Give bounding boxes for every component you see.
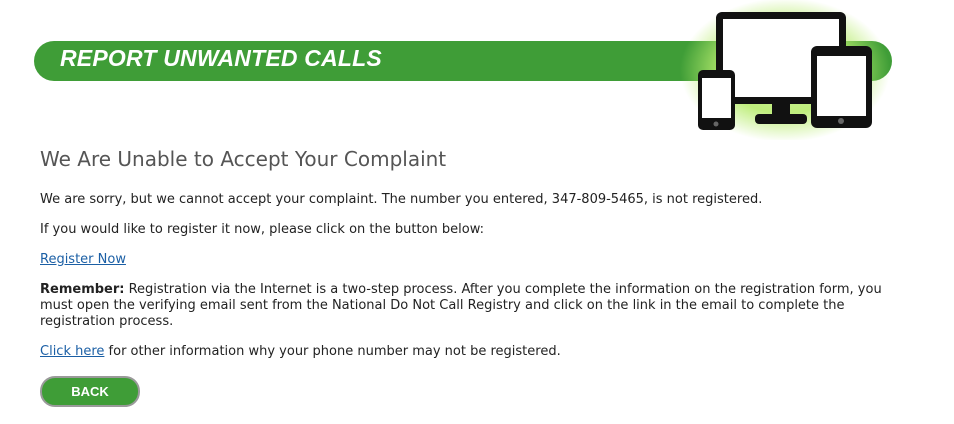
remember-label: Remember: — [40, 282, 125, 297]
page-title: We Are Unable to Accept Your Complaint — [40, 147, 447, 171]
click-here-row: Click here for other information why you… — [40, 344, 900, 360]
remember-note: Remember: Registration via the Internet … — [40, 282, 900, 330]
register-now-link[interactable]: Register Now — [40, 252, 126, 267]
devices-icon — [680, 0, 890, 140]
click-here-text: for other information why your phone num… — [104, 344, 561, 359]
remember-text: Registration via the Internet is a two-s… — [40, 282, 882, 329]
click-here-link[interactable]: Click here — [40, 344, 104, 359]
register-prompt: If you would like to register it now, pl… — [40, 222, 485, 237]
sorry-message: We are sorry, but we cannot accept your … — [40, 192, 763, 207]
banner-title: REPORT UNWANTED CALLS — [60, 45, 382, 71]
register-link-row: Register Now — [40, 252, 900, 268]
main-content: We Are Unable to Accept Your Complaint W… — [40, 146, 900, 407]
back-button[interactable]: BACK — [40, 376, 140, 407]
